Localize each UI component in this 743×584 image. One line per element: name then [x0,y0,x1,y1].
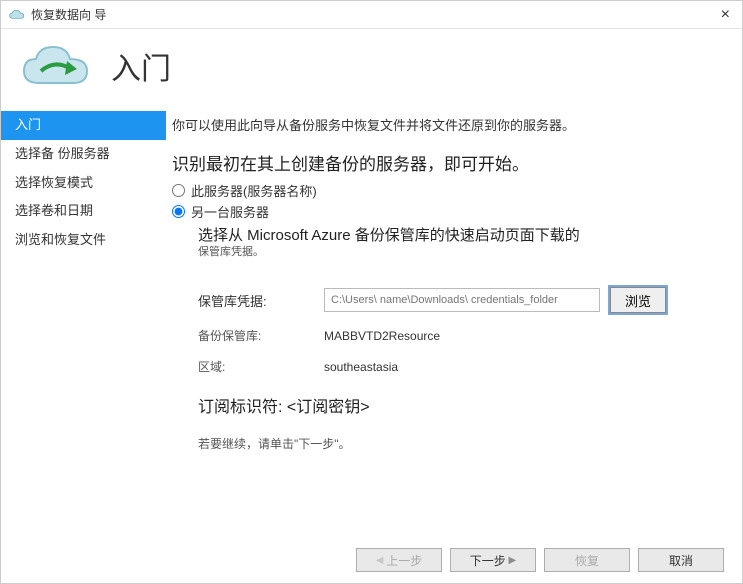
wizard-body: 入门 选择备 份服务器 选择恢复模式 选择卷和日期 浏览和恢复文件 你可以使用此… [1,109,742,537]
sidebar-item-select-volume-date[interactable]: 选择卷和日期 [1,197,166,226]
prev-button: ◀ 上一步 [356,548,442,572]
backup-vault-value: MABBVTD2Resource [324,329,440,343]
sidebar-item-select-backup-server[interactable]: 选择备 份服务器 [1,140,166,169]
subscription-id: 订阅标识符: <订阅密钥> [198,393,718,417]
wizard-footer: ◀ 上一步 下一步 ▶ 恢复 取消 [1,537,742,583]
sidebar-item-getting-started[interactable]: 入门 [1,111,166,140]
radio-this-server-input[interactable] [172,184,185,197]
window-title: 恢复数据向 导 [31,6,106,23]
chevron-left-icon: ◀ [376,555,386,566]
backup-vault-row: 备份保管库: MABBVTD2Resource [198,327,718,344]
intro-text: 你可以使用此向导从备份服务中恢复文件并将文件还原到你的服务器。 [172,115,718,134]
close-icon[interactable]: × [717,6,734,24]
title-bar: 恢复数据向 导 × [1,1,742,29]
radio-other-server-label: 另一台服务器 [191,202,269,221]
backup-vault-label: 备份保管库: [198,327,324,344]
sidebar-item-select-recovery-mode[interactable]: 选择恢复模式 [1,169,166,198]
region-value: southeastasia [324,360,398,374]
wizard-main: 你可以使用此向导从备份服务中恢复文件并将文件还原到你的服务器。 识别最初在其上创… [166,109,742,537]
section-title: 识别最初在其上创建备份的服务器，即可开始。 [172,150,718,175]
cloud-arrow-icon [21,41,91,91]
recover-button: 恢复 [544,548,630,572]
radio-this-server-label: 此服务器(服务器名称) [191,181,317,200]
next-button[interactable]: 下一步 ▶ [450,548,536,572]
credentials-label: 保管库凭据: [198,291,324,310]
cloud-icon-small [9,9,25,21]
region-label: 区域: [198,358,324,375]
cancel-button[interactable]: 取消 [638,548,724,572]
radio-other-server-input[interactable] [172,205,185,218]
radio-this-server[interactable]: 此服务器(服务器名称) [172,181,718,200]
credentials-path-input[interactable] [324,288,600,312]
wizard-header: 入门 [1,29,742,109]
browse-button[interactable]: 浏览 [610,287,666,313]
continue-hint: 若要继续，请单击"下一步"。 [198,435,718,452]
wizard-sidebar: 入门 选择备 份服务器 选择恢复模式 选择卷和日期 浏览和恢复文件 [1,109,166,537]
credentials-row: 保管库凭据: 浏览 [198,287,718,313]
sidebar-item-browse-recover[interactable]: 浏览和恢复文件 [1,226,166,255]
region-row: 区域: southeastasia [198,358,718,375]
page-title: 入门 [111,44,171,88]
chevron-right-icon: ▶ [506,555,516,566]
vault-hint-small: 保管库凭据。 [198,243,718,259]
radio-other-server[interactable]: 另一台服务器 [172,202,718,221]
other-server-block: 选择从 Microsoft Azure 备份保管库的快速启动页面下载的 保管库凭… [198,227,718,452]
